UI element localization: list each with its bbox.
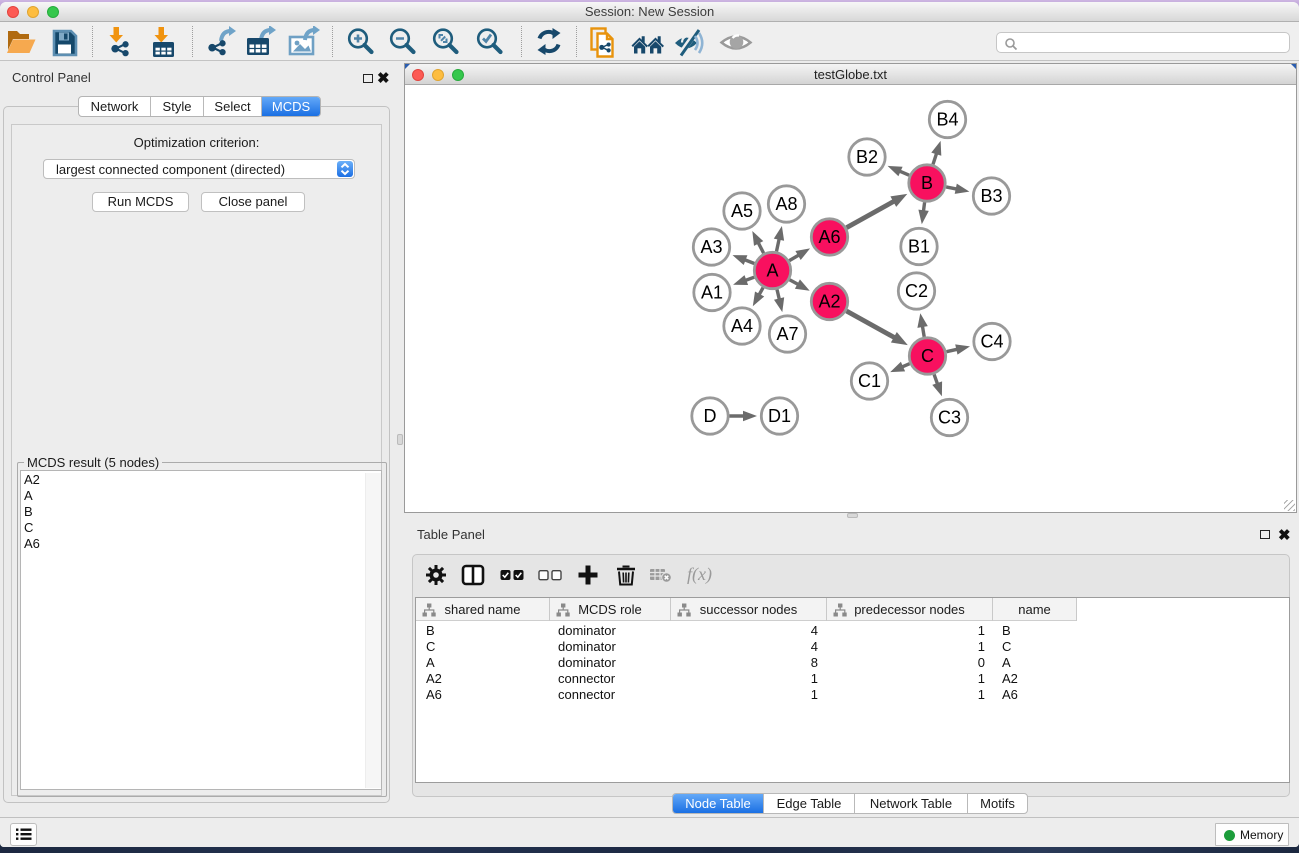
svg-text:B4: B4	[936, 110, 958, 130]
svg-text:C2: C2	[905, 281, 928, 301]
svg-text:B: B	[921, 173, 933, 193]
svg-text:C: C	[921, 346, 934, 366]
svg-text:A7: A7	[776, 324, 798, 344]
svg-text:C4: C4	[980, 332, 1003, 352]
svg-text:C1: C1	[858, 371, 881, 391]
svg-text:A5: A5	[731, 201, 753, 221]
svg-text:B2: B2	[856, 147, 878, 167]
svg-text:A: A	[766, 261, 778, 281]
svg-text:A6: A6	[818, 227, 840, 247]
svg-text:A8: A8	[775, 194, 797, 214]
svg-text:D1: D1	[768, 406, 791, 426]
svg-text:A4: A4	[731, 316, 753, 336]
svg-text:C3: C3	[938, 408, 961, 428]
svg-text:A1: A1	[701, 283, 723, 303]
svg-text:A3: A3	[700, 237, 722, 257]
svg-text:D: D	[704, 406, 717, 426]
svg-text:A2: A2	[818, 292, 840, 312]
svg-text:B3: B3	[980, 186, 1002, 206]
svg-text:B1: B1	[908, 237, 930, 257]
